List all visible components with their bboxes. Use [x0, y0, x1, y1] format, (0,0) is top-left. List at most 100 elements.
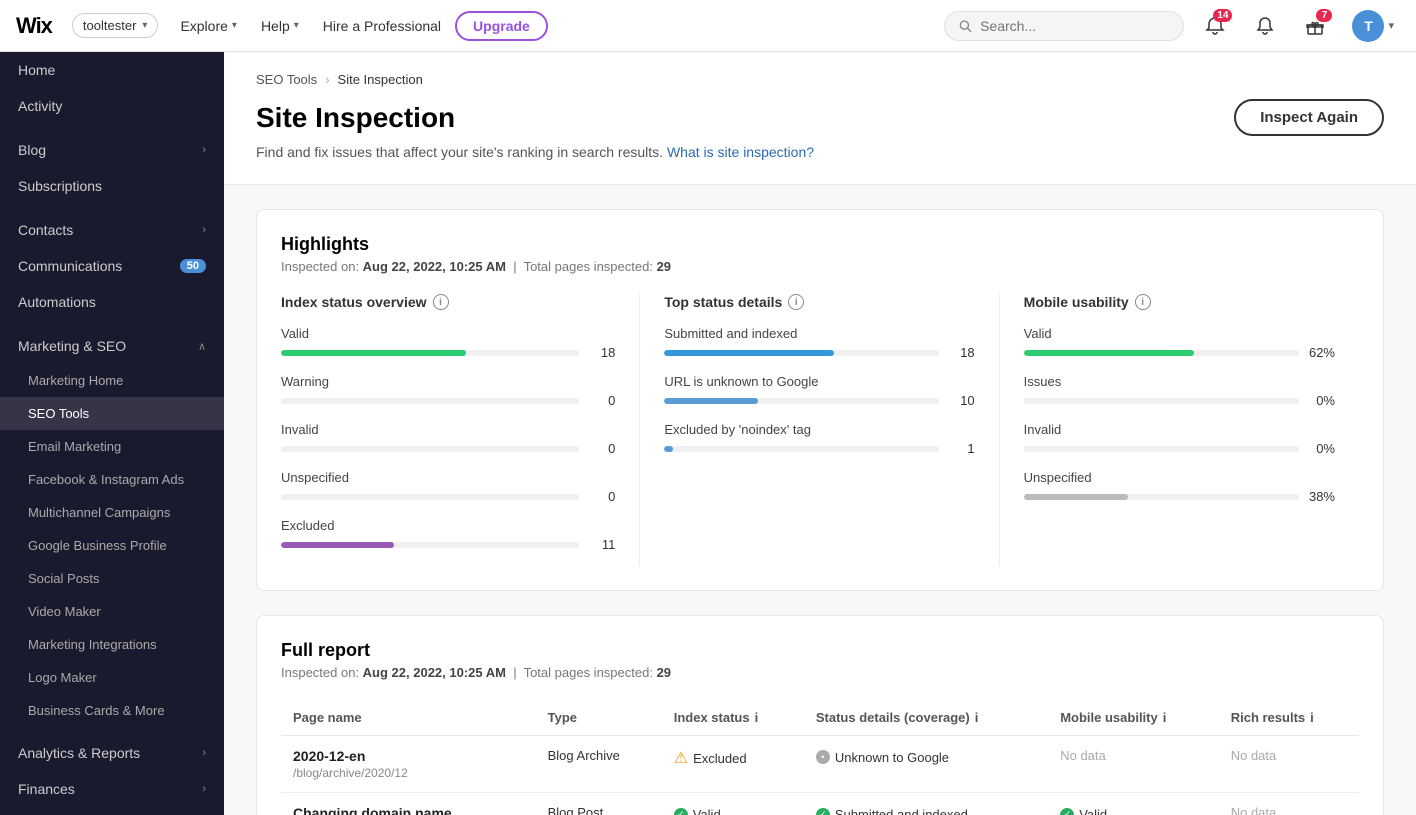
account-switcher[interactable]: tooltester ▾: [72, 13, 159, 38]
blog-chevron-icon: ›: [202, 144, 206, 156]
report-table: Page name Type Index status i: [281, 700, 1359, 815]
index-status-header: Index status overview i: [281, 294, 615, 310]
row2-rich-results: No data: [1219, 793, 1359, 815]
sidebar-item-marketing-integrations[interactable]: Marketing Integrations: [0, 628, 224, 661]
nav-hire[interactable]: Hire a Professional: [313, 12, 451, 40]
excluded-warning-icon: ⚠: [674, 748, 688, 768]
table-row: 2020-12-en /blog/archive/2020/12 Blog Ar…: [281, 736, 1359, 793]
index-status-col-info-icon[interactable]: i: [755, 710, 759, 725]
explore-chevron-icon: ▾: [232, 20, 237, 31]
row1-mobile: No data: [1048, 736, 1219, 793]
row1-status-details: • Unknown to Google: [804, 736, 1048, 793]
content-body: Highlights Inspected on: Aug 22, 2022, 1…: [224, 185, 1416, 815]
rich-results-col-info-icon[interactable]: i: [1310, 710, 1314, 725]
bell-button[interactable]: [1246, 7, 1284, 45]
sidebar-item-site-app[interactable]: Site & App ›: [0, 807, 224, 815]
nav-explore[interactable]: Explore ▾: [170, 12, 247, 40]
search-icon: [959, 19, 972, 33]
account-chevron-icon: ▾: [142, 20, 147, 31]
google-business-label: Google Business Profile: [28, 538, 167, 553]
sidebar-item-google-business[interactable]: Google Business Profile: [0, 529, 224, 562]
avatar-button[interactable]: T ▾: [1346, 7, 1400, 45]
index-unspecified-row: Unspecified 0: [281, 470, 615, 504]
sidebar-item-home-label: Home: [18, 62, 206, 78]
top-noindex-row: Excluded by 'noindex' tag 1: [664, 422, 974, 456]
mobile-usability-info-icon[interactable]: i: [1135, 294, 1151, 310]
breadcrumb-parent[interactable]: SEO Tools: [256, 72, 317, 87]
upgrade-button[interactable]: Upgrade: [455, 11, 548, 41]
page-title-row: Site Inspection Inspect Again: [256, 99, 1384, 136]
logo-maker-label: Logo Maker: [28, 670, 97, 685]
video-maker-label: Video Maker: [28, 604, 101, 619]
sidebar-item-automations[interactable]: Automations: [0, 284, 224, 320]
sidebar-item-blog[interactable]: Blog ›: [0, 132, 224, 168]
row1-rich-results: No data: [1219, 736, 1359, 793]
index-status-col: Index status overview i Valid 18 Warning: [281, 294, 640, 566]
row2-page-name: Changing domain name... /post/changing-d…: [281, 793, 536, 815]
bell-icon: [1255, 16, 1275, 36]
sidebar-item-multichannel[interactable]: Multichannel Campaigns: [0, 496, 224, 529]
highlights-subtitle: Inspected on: Aug 22, 2022, 10:25 AM | T…: [281, 259, 1359, 274]
sidebar-item-logo-maker[interactable]: Logo Maker: [0, 661, 224, 694]
sidebar-item-communications[interactable]: Communications 50: [0, 248, 224, 284]
nav-links: Explore ▾ Help ▾ Hire a Professional Upg…: [170, 11, 547, 41]
mobile-valid-row: Valid 62%: [1024, 326, 1335, 360]
top-status-col: Top status details i Submitted and index…: [640, 294, 999, 566]
marketing-chevron-icon: ∧: [198, 340, 206, 353]
page-subtitle: Find and fix issues that affect your sit…: [256, 144, 1384, 160]
highlights-total-pages: 29: [657, 259, 671, 274]
user-avatar: T: [1352, 10, 1384, 42]
sidebar-item-social-posts[interactable]: Social Posts: [0, 562, 224, 595]
inspect-again-button[interactable]: Inspect Again: [1234, 99, 1384, 136]
sidebar-item-facebook-instagram[interactable]: Facebook & Instagram Ads: [0, 463, 224, 496]
marketing-home-label: Marketing Home: [28, 373, 123, 388]
seo-tools-label: SEO Tools: [28, 406, 89, 421]
unknown-dot-icon: •: [816, 750, 830, 764]
top-navigation: Wix tooltester ▾ Explore ▾ Help ▾ Hire a…: [0, 0, 1416, 52]
sidebar-item-activity-label: Activity: [18, 98, 206, 114]
top-submitted-row: Submitted and indexed 18: [664, 326, 974, 360]
index-status-info-icon[interactable]: i: [433, 294, 449, 310]
sidebar-item-email-marketing[interactable]: Email Marketing: [0, 430, 224, 463]
sidebar-item-seo-tools[interactable]: SEO Tools: [0, 397, 224, 430]
gifts-badge: 7: [1316, 9, 1332, 22]
breadcrumb-current: Site Inspection: [338, 72, 423, 87]
nav-help[interactable]: Help ▾: [251, 12, 309, 40]
gifts-button[interactable]: 7: [1296, 7, 1334, 45]
highlights-inspected-on: Aug 22, 2022, 10:25 AM: [363, 259, 506, 274]
sidebar-item-communications-label: Communications: [18, 258, 172, 274]
sidebar-item-activity[interactable]: Activity: [0, 88, 224, 124]
sidebar-item-marketing-home[interactable]: Marketing Home: [0, 364, 224, 397]
notifications-button[interactable]: 14: [1196, 7, 1234, 45]
index-warning-row: Warning 0: [281, 374, 615, 408]
main-content: SEO Tools › Site Inspection Site Inspect…: [224, 52, 1416, 815]
sidebar-item-video-maker[interactable]: Video Maker: [0, 595, 224, 628]
status-details-col-info-icon[interactable]: i: [975, 710, 979, 725]
table-body: 2020-12-en /blog/archive/2020/12 Blog Ar…: [281, 736, 1359, 815]
sidebar-item-marketing-seo[interactable]: Marketing & SEO ∧: [0, 328, 224, 364]
mobile-unspecified-row: Unspecified 38%: [1024, 470, 1335, 504]
full-report-inspected-on: Aug 22, 2022, 10:25 AM: [363, 665, 506, 680]
top-status-header: Top status details i: [664, 294, 974, 310]
marketing-integrations-label: Marketing Integrations: [28, 637, 157, 652]
sidebar-item-home[interactable]: Home: [0, 52, 224, 88]
table-row: Changing domain name... /post/changing-d…: [281, 793, 1359, 815]
sidebar-item-analytics[interactable]: Analytics & Reports ›: [0, 735, 224, 771]
row1-page-name: 2020-12-en /blog/archive/2020/12: [281, 736, 536, 793]
sidebar-item-subscriptions[interactable]: Subscriptions: [0, 168, 224, 204]
highlights-title: Highlights: [281, 234, 1359, 255]
what-is-inspection-link[interactable]: What is site inspection?: [667, 144, 814, 160]
search-input[interactable]: [980, 18, 1169, 34]
business-cards-label: Business Cards & More: [28, 703, 165, 718]
search-box[interactable]: [944, 11, 1184, 41]
finances-label: Finances: [18, 781, 194, 797]
mobile-invalid-row: Invalid 0%: [1024, 422, 1335, 456]
sidebar-item-business-cards[interactable]: Business Cards & More: [0, 694, 224, 727]
mobile-usability-col-info-icon[interactable]: i: [1163, 710, 1167, 725]
sidebar-item-contacts[interactable]: Contacts ›: [0, 212, 224, 248]
row2-mobile: ✓ Valid: [1048, 793, 1219, 815]
sidebar-item-finances[interactable]: Finances ›: [0, 771, 224, 807]
sidebar-item-contacts-label: Contacts: [18, 222, 194, 238]
top-status-info-icon[interactable]: i: [788, 294, 804, 310]
finances-chevron-icon: ›: [202, 783, 206, 795]
